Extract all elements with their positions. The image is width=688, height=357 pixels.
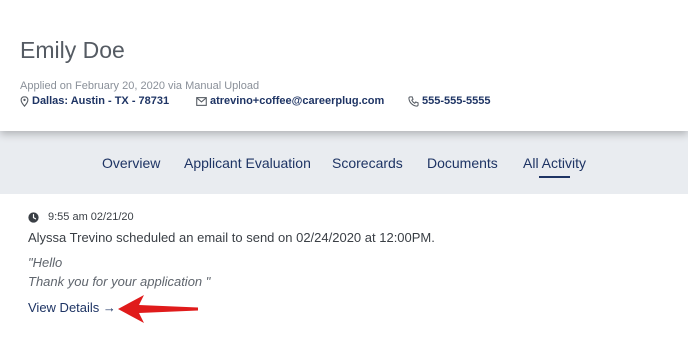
tab-bar: Overview Applicant Evaluation Scorecards…: [0, 131, 688, 194]
quote-line-2: Thank you for your application ": [28, 274, 211, 289]
tab-documents[interactable]: Documents: [427, 155, 498, 171]
email-link[interactable]: atrevino+coffee@careerplug.com: [196, 95, 384, 107]
location-link[interactable]: Dallas: Austin - TX - 78731: [20, 95, 169, 107]
tab-scorecards[interactable]: Scorecards: [332, 155, 403, 171]
email-quote: "Hello Thank you for your application ": [28, 253, 668, 291]
activity-description: Alyssa Trevino scheduled an email to sen…: [28, 230, 435, 245]
tab-all-activity[interactable]: All Activity: [523, 155, 586, 178]
applied-info: Applied on February 20, 2020 via Manual …: [20, 80, 260, 92]
location-text: Dallas: Austin - TX - 78731: [32, 95, 170, 107]
phone-icon: [408, 95, 419, 107]
quote-line-1: "Hello: [28, 255, 63, 270]
email-text: atrevino+coffee@careerplug.com: [210, 95, 385, 107]
red-arrow-icon: [118, 295, 198, 323]
clock-icon: [28, 211, 39, 223]
phone-link[interactable]: 555-555-5555: [408, 95, 491, 107]
applicant-name: Emily Doe: [20, 37, 125, 63]
phone-text: 555-555-5555: [422, 95, 491, 107]
map-pin-icon: [20, 95, 29, 107]
timestamp-text: 9:55 am 02/21/20: [48, 211, 134, 223]
tab-applicant-evaluation[interactable]: Applicant Evaluation: [184, 155, 311, 171]
view-details-link[interactable]: View Details →: [28, 300, 116, 315]
tab-overview[interactable]: Overview: [102, 155, 160, 171]
contact-row: Dallas: Austin - TX - 78731 atrevino+cof…: [0, 95, 688, 111]
applicant-header: Emily Doe Applied on February 20, 2020 v…: [0, 0, 688, 131]
envelope-icon: [196, 96, 207, 106]
activity-timestamp: 9:55 am 02/21/20: [28, 210, 668, 224]
